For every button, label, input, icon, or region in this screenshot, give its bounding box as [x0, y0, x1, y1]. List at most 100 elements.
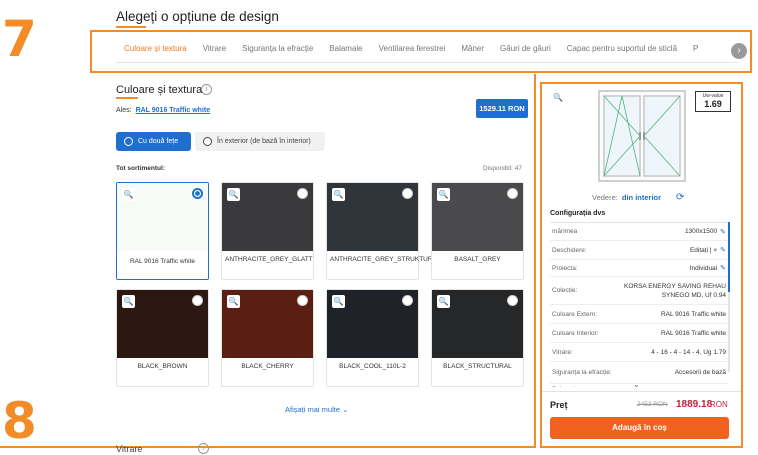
- radio-icon: [203, 137, 212, 146]
- config-row: Vitrare: 4 - 16 - 4 - 14 - 4, Ug 1.79: [550, 343, 728, 362]
- config-key: Culoare Interior:: [552, 329, 599, 337]
- swatch-radio[interactable]: [402, 295, 413, 306]
- zoom-icon[interactable]: 🔍: [437, 295, 450, 308]
- swatch-label: BLACK_CHERRY: [241, 363, 294, 370]
- chevron-down-icon[interactable]: ⌄: [633, 380, 640, 389]
- config-row: Proiecta: Individual ✎: [550, 260, 728, 277]
- pencil-icon[interactable]: ✎: [720, 264, 726, 272]
- swatch-card[interactable]: 🔍 ANTHRACITE_GREY_GLATT: [221, 182, 314, 280]
- swatch-radio[interactable]: [507, 188, 518, 199]
- zoom-icon[interactable]: 🔍: [227, 188, 240, 201]
- config-table: mărimea 1300x1500 ✎ Deschidere: Editați | × ✎…: [550, 222, 728, 387]
- toggle-exterior-label: În exterior (de bază în interior): [217, 138, 311, 145]
- config-row: Deschidere: Editați | × ✎: [550, 241, 728, 260]
- design-tabs: Culoare și textura Vitrare Siguranța la ef…: [124, 44, 714, 53]
- pencil-icon[interactable]: ✎: [720, 246, 726, 254]
- config-scrollbar-thumb[interactable]: [728, 222, 730, 292]
- tab-item[interactable]: P: [693, 44, 698, 53]
- swatch-radio[interactable]: [402, 188, 413, 199]
- view-value-link[interactable]: din interior: [622, 193, 661, 202]
- tab-item[interactable]: Ventilarea ferestrei: [379, 44, 446, 53]
- swatch-radio[interactable]: [297, 188, 308, 199]
- pencil-icon[interactable]: ✎: [720, 228, 726, 236]
- show-more-button[interactable]: Afișați mai multe ⌄: [285, 405, 348, 414]
- chevron-down-icon: ⌄: [342, 405, 349, 414]
- show-more-label: Afișați mai multe: [285, 405, 341, 414]
- swatch-card[interactable]: 🔍 ANTHRACITE_GREY_STRUKTURAL: [326, 182, 441, 280]
- zoom-icon[interactable]: 🔍: [332, 188, 345, 201]
- tab-item[interactable]: Culoare și textura: [124, 44, 187, 53]
- zoom-icon[interactable]: 🔍: [122, 188, 135, 201]
- config-key: Proiecta:: [552, 264, 578, 272]
- tab-item[interactable]: Capac pentru suportul de sticlă: [567, 44, 677, 53]
- config-key: mărimea: [552, 228, 578, 235]
- config-value: KORSA ENERGY SAVING REHAU SYNEGO MD, Uf …: [624, 282, 726, 299]
- info-icon[interactable]: i: [201, 84, 212, 95]
- page-title: Alegeți o opțiune de design: [116, 9, 279, 24]
- swatch-card[interactable]: 🔍 BLACK_COOL_110L-2: [326, 289, 419, 387]
- option-price-badge: 1529.11 RON: [476, 99, 528, 118]
- tabs-divider: [116, 62, 738, 63]
- swatch-radio[interactable]: [297, 295, 308, 306]
- price-currency: RON: [710, 400, 728, 409]
- chevron-right-icon[interactable]: ›: [731, 43, 747, 59]
- config-row: Culoare Extern: RAL 9016 Traffic white: [550, 305, 728, 324]
- assortment-label: Tot sortimentul:: [116, 165, 165, 172]
- tab-item[interactable]: Mâner: [461, 44, 484, 53]
- config-value: RAL 9016 Traffic white: [660, 310, 726, 318]
- swatch-label: BLACK_BROWN: [137, 363, 188, 370]
- price-old: 2453 RON: [637, 401, 668, 408]
- price-divider: [542, 391, 741, 392]
- next-section-title: Vitrare: [116, 444, 143, 454]
- zoom-icon[interactable]: 🔍: [437, 188, 450, 201]
- info-icon[interactable]: i: [198, 443, 209, 454]
- radio-icon: [124, 137, 133, 146]
- add-to-cart-button[interactable]: Adaugă în coș: [550, 417, 729, 439]
- config-key: Balamale:: [552, 385, 614, 387]
- tab-item[interactable]: Balamale: [329, 44, 362, 53]
- zoom-icon[interactable]: 🔍: [332, 295, 345, 308]
- swatch-card[interactable]: 🔍 BASALT_GREY: [431, 182, 524, 280]
- toggle-both-label: Cu două fețe: [138, 138, 179, 145]
- swatch-card[interactable]: 🔍 BLACK_STRUCTURAL: [431, 289, 524, 387]
- swatch-label: ANTHRACITE_GREY_GLATT: [225, 256, 313, 263]
- selected-color-line: Ales: RAL 9016 Traffic white: [116, 107, 210, 114]
- swatch-radio[interactable]: [192, 295, 203, 306]
- zoom-icon[interactable]: 🔍: [122, 295, 135, 308]
- refresh-icon[interactable]: ⟳: [676, 192, 684, 203]
- toggle-exterior-only[interactable]: În exterior (de bază în interior): [195, 132, 325, 151]
- swatch-label: ANTHRACITE_GREY_STRUKTURAL: [330, 256, 441, 263]
- tab-item[interactable]: Găuri de găuri: [500, 44, 551, 53]
- config-row: Colecție: KORSA ENERGY SAVING REHAU SYNEG…: [550, 277, 728, 305]
- selected-color-link[interactable]: RAL 9016 Traffic white: [136, 107, 211, 114]
- tab-item[interactable]: Siguranța la efracție: [242, 44, 313, 53]
- swatch-card[interactable]: 🔍 RAL 9016 Traffic white: [116, 182, 209, 280]
- swatch-card[interactable]: 🔍 BLACK_BROWN: [116, 289, 209, 387]
- config-key: Culoare Extern:: [552, 310, 598, 318]
- toggle-both-sides[interactable]: Cu două fețe: [116, 132, 191, 151]
- window-preview-icon: [598, 90, 686, 182]
- title-underline: [116, 26, 146, 28]
- config-value: 4 - 16 - 4 - 14 - 4, Ug 1.79: [651, 348, 726, 356]
- config-value: Accesorii de bază: [674, 369, 726, 376]
- config-key: Vitrare:: [552, 348, 573, 356]
- zoom-icon[interactable]: 🔍: [553, 93, 563, 102]
- swatch-label: BASALT_GREY: [454, 256, 501, 263]
- uw-value: 1.69: [704, 99, 722, 109]
- step-number-7: 7: [2, 10, 37, 68]
- swatch-card[interactable]: 🔍 BLACK_CHERRY: [221, 289, 314, 387]
- available-count: Disponibil: 47: [483, 165, 523, 172]
- uw-value-box: Uw-value 1.69: [695, 91, 731, 112]
- swatch-radio[interactable]: [192, 188, 203, 199]
- config-value: 1300x1500: [684, 228, 718, 235]
- config-value: Editați | ×: [689, 246, 718, 254]
- config-row: Culoare Interior: RAL 9016 Traffic white: [550, 324, 728, 343]
- price-label: Preț: [550, 400, 568, 410]
- swatch-label: BLACK_COOL_110L-2: [339, 363, 406, 370]
- zoom-icon[interactable]: 🔍: [227, 295, 240, 308]
- section-underline: [116, 97, 138, 99]
- price-new: 1889.18: [676, 399, 713, 410]
- tab-item[interactable]: Vitrare: [203, 44, 226, 53]
- swatch-radio[interactable]: [507, 295, 518, 306]
- section-title: Culoare și textura: [116, 84, 203, 96]
